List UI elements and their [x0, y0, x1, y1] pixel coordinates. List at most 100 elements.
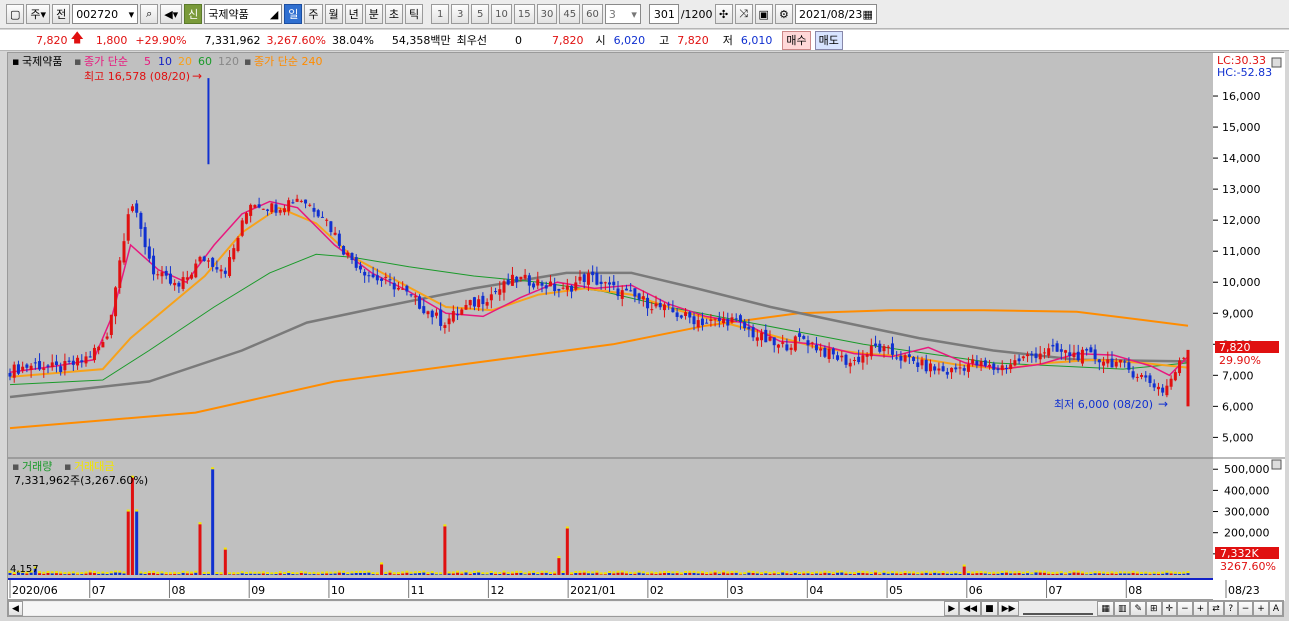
interval-3-button[interactable]: 3: [451, 4, 470, 24]
panel-close-icon[interactable]: [1271, 459, 1282, 470]
chart-scrollbar[interactable]: ◀ ▶ ◀◀ ■ ▶▶ ▦ ▥ ✎ ⊞ ✛ − + ⇄ ? − + A: [7, 600, 1284, 617]
stock-code-input[interactable]: 002720 ▾: [72, 4, 139, 24]
volume-bar: [861, 572, 865, 575]
amount-mark: [679, 572, 683, 575]
window-icon[interactable]: ▢: [6, 4, 25, 24]
volume-bar: [857, 572, 861, 575]
fast-forward-icon[interactable]: ▶▶: [997, 601, 1020, 616]
amount-mark: [1064, 572, 1068, 575]
minus-icon[interactable]: −: [1237, 601, 1254, 616]
speaker-icon[interactable]: ◀▾: [160, 4, 183, 24]
market-type-select[interactable]: 주 ▾: [26, 4, 51, 24]
grid-icon[interactable]: ▦: [1097, 601, 1114, 616]
amount-mark: [122, 571, 126, 574]
amount-mark: [304, 571, 308, 574]
chevron-down-icon[interactable]: ▾: [631, 8, 637, 21]
amount-mark: [565, 526, 569, 529]
buy-button[interactable]: 매수: [782, 30, 811, 50]
split-icon[interactable]: ▥: [1113, 601, 1131, 616]
plus-icon[interactable]: +: [1253, 601, 1269, 616]
period-month-button[interactable]: 월: [324, 4, 343, 24]
period-minute-button[interactable]: 분: [364, 4, 383, 24]
interval-60-button[interactable]: 60: [582, 4, 603, 24]
amount-mark: [173, 571, 177, 574]
gear-icon[interactable]: ⚙: [774, 4, 793, 24]
candle-body: [536, 279, 540, 286]
volume-bar: [97, 573, 101, 575]
x-tick-label: 03: [730, 584, 744, 597]
chart-area[interactable]: 5,0006,0007,0008,0009,00010,00011,00012,…: [7, 52, 1285, 601]
market-type-label: 주: [30, 8, 41, 21]
amount-mark: [1173, 571, 1177, 574]
amount-mark: [228, 572, 232, 575]
amount-mark: [380, 562, 384, 565]
amount-mark: [1013, 571, 1017, 574]
help-icon[interactable]: ?: [1223, 601, 1238, 616]
volume-bar: [933, 572, 937, 575]
candle-settings-icon[interactable]: ✣: [714, 4, 733, 24]
period-week-button[interactable]: 주: [304, 4, 323, 24]
amount-mark: [1135, 571, 1139, 574]
draw-icon[interactable]: ✎: [1130, 601, 1146, 616]
minus-zoom-icon[interactable]: −: [1177, 601, 1193, 616]
period-day-button[interactable]: 일: [284, 4, 303, 24]
volume-bar: [1135, 573, 1139, 575]
save-icon[interactable]: ▣: [754, 4, 773, 24]
volume-bar: [650, 573, 654, 575]
chart-svg[interactable]: 5,0006,0007,0008,0009,00010,00011,00012,…: [8, 53, 1285, 601]
vol-pct-tag: 3267.60%: [1220, 560, 1276, 573]
amount-mark: [177, 572, 181, 575]
amount-mark: [798, 572, 802, 575]
fit-icon[interactable]: ⊞: [1146, 601, 1162, 616]
volume-bar: [1013, 573, 1017, 575]
font-size-icon[interactable]: A: [1268, 601, 1283, 616]
volume-bar: [1017, 572, 1021, 575]
volume-bar: [481, 574, 485, 575]
interval-5-button[interactable]: 5: [471, 4, 490, 24]
volume-bar: [274, 574, 278, 575]
play-icon[interactable]: ▶: [944, 601, 960, 616]
candle-body: [266, 209, 270, 211]
amount-mark: [810, 572, 814, 575]
stock-name-field[interactable]: 국제약품 ◢: [204, 4, 283, 24]
volume-bar: [1089, 573, 1093, 575]
plus-zoom-icon[interactable]: +: [1192, 601, 1209, 616]
line-tool-icon[interactable]: ⤨: [734, 4, 753, 24]
amount-mark: [962, 564, 966, 567]
calendar-icon[interactable]: ▦: [863, 8, 873, 21]
crosshair-icon[interactable]: ✛: [1161, 601, 1178, 616]
amount-mark: [713, 570, 717, 573]
candle-body: [92, 347, 96, 361]
candle-body: [662, 304, 666, 311]
interval-1-button[interactable]: 1: [431, 4, 450, 24]
reset-icon[interactable]: ⇄: [1208, 601, 1224, 616]
amount-mark: [852, 571, 856, 574]
jeon-button[interactable]: 전: [52, 4, 71, 24]
search-icon[interactable]: ⌕: [140, 4, 159, 24]
volume-bar: [1127, 573, 1131, 575]
date-input[interactable]: 2021/08/23 ▦: [794, 4, 877, 24]
stop-icon[interactable]: ■: [981, 601, 998, 616]
scroll-track[interactable]: [22, 602, 945, 615]
count-input[interactable]: 301: [648, 4, 679, 24]
interval-input[interactable]: 3 ▾: [604, 4, 641, 24]
interval-10-button[interactable]: 10: [491, 4, 512, 24]
amount-mark: [717, 571, 721, 574]
amount-mark: [308, 572, 312, 575]
candle-body: [468, 300, 472, 306]
period-tick-button[interactable]: 틱: [405, 4, 424, 24]
zoom-slider[interactable]: [1023, 602, 1094, 615]
candle-body: [1148, 375, 1152, 383]
candle-body: [464, 304, 468, 310]
interval-15-button[interactable]: 15: [513, 4, 535, 24]
chevron-down-icon[interactable]: ▾: [129, 8, 135, 21]
scroll-left-icon[interactable]: ◀: [8, 601, 23, 616]
period-year-button[interactable]: 년: [344, 4, 363, 24]
interval-45-button[interactable]: 45: [559, 4, 581, 24]
period-second-button[interactable]: 초: [384, 4, 404, 24]
rewind-icon[interactable]: ◀◀: [959, 601, 982, 616]
interval-30-button[interactable]: 30: [536, 4, 558, 24]
panel-scroll-icon[interactable]: [1271, 57, 1282, 68]
sell-button[interactable]: 매도: [814, 30, 843, 50]
amount-mark: [971, 571, 975, 574]
